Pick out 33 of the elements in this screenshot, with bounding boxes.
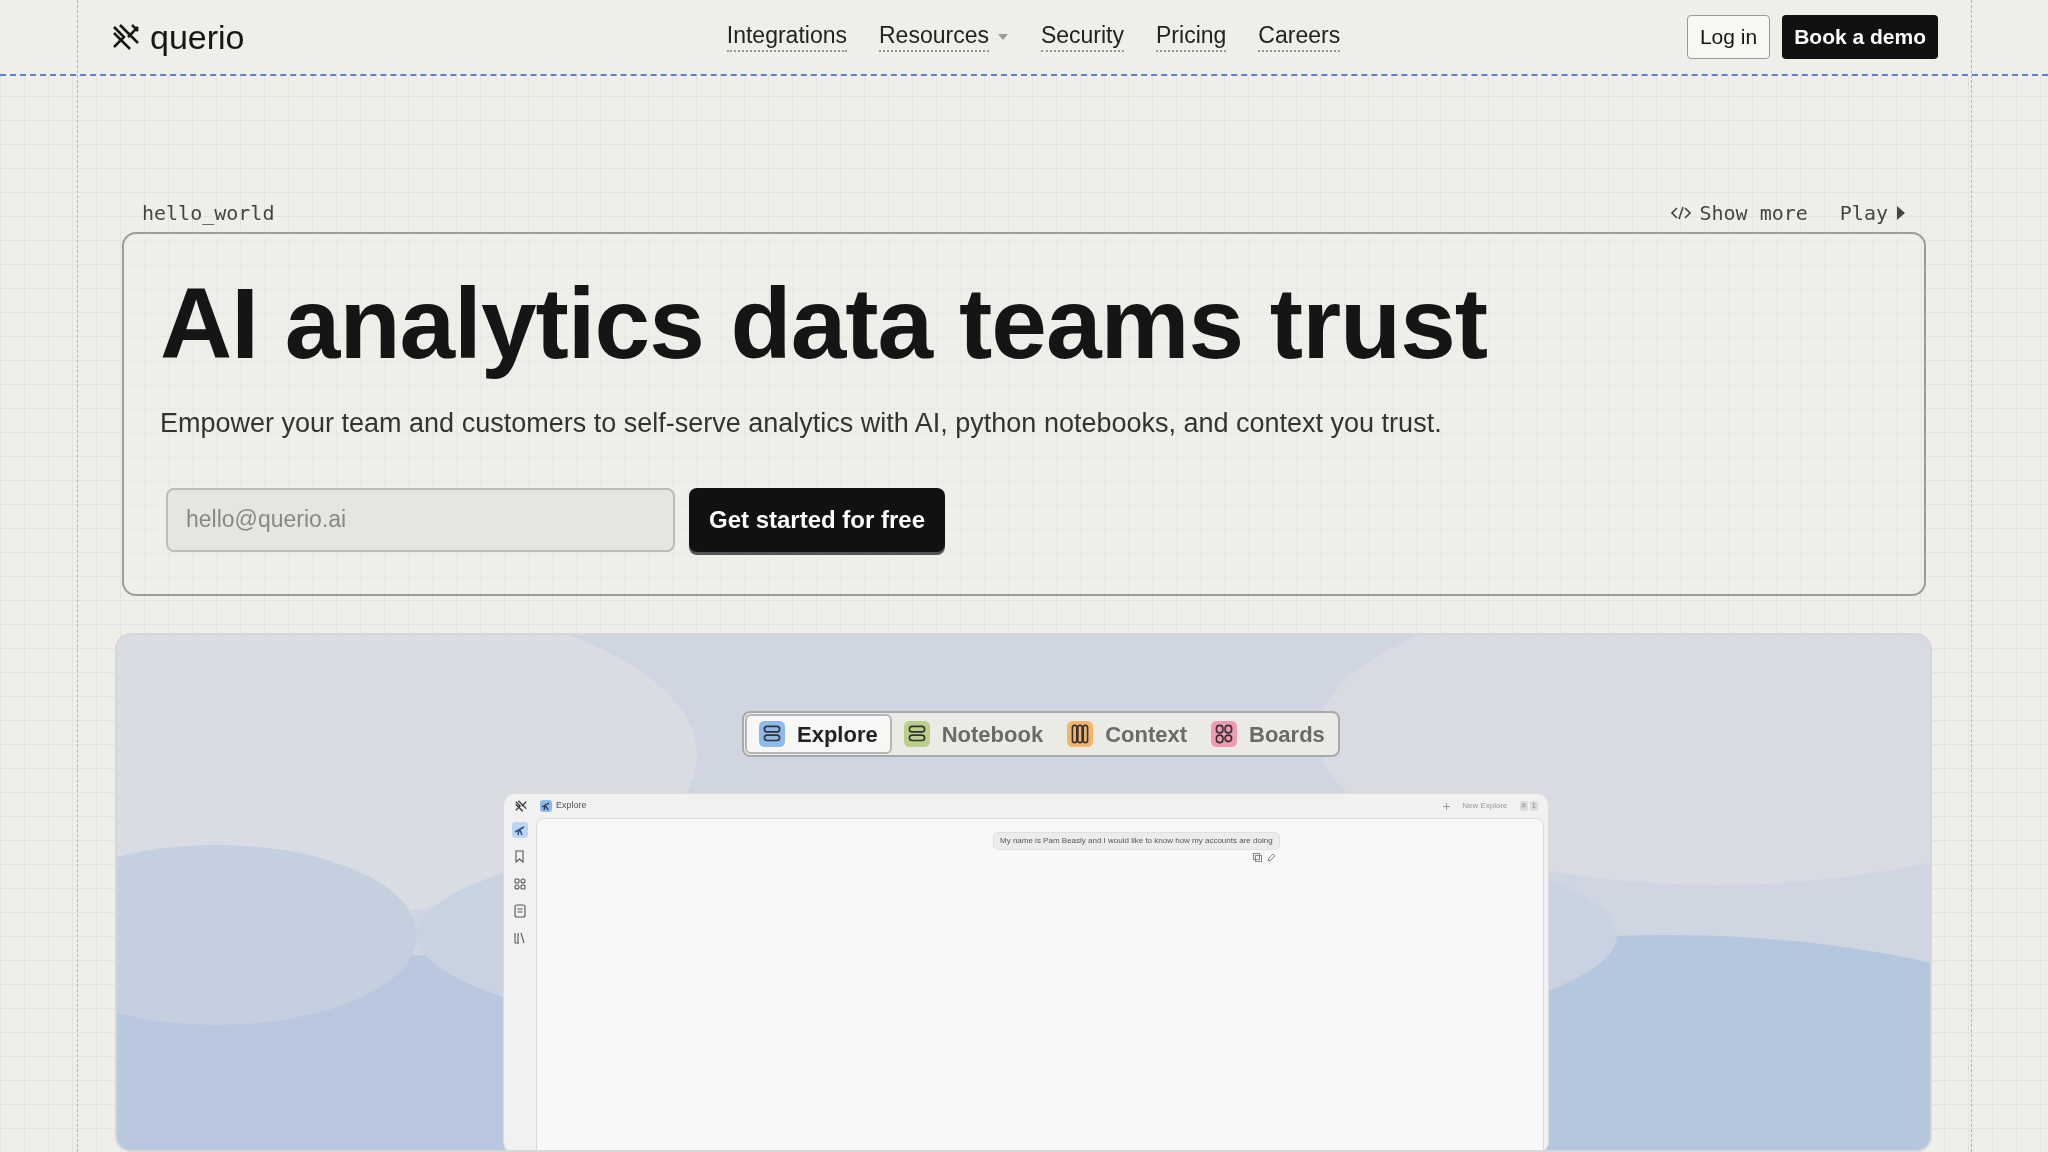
plus-icon xyxy=(1443,802,1451,810)
show-more-button[interactable]: Show more xyxy=(1671,198,1808,228)
copy-icon[interactable] xyxy=(1252,853,1262,862)
brand-name[interactable]: querio xyxy=(150,20,245,54)
tab[interactable]: Boards xyxy=(1199,714,1337,754)
get-started-button[interactable]: Get started for free xyxy=(689,487,946,552)
telescope-icon[interactable] xyxy=(512,822,528,838)
tab[interactable]: Notebook xyxy=(891,714,1056,754)
login-button[interactable]: Log in xyxy=(1686,15,1771,59)
file-name: hello_world xyxy=(142,200,275,227)
nav-link[interactable]: Careers xyxy=(1258,22,1341,52)
grid-icon[interactable] xyxy=(512,876,528,892)
email-field[interactable]: hello@querio.ai xyxy=(166,487,675,552)
document-icon[interactable] xyxy=(512,903,528,919)
play-button[interactable]: Play xyxy=(1839,198,1906,228)
nav-link[interactable]: Pricing xyxy=(1156,22,1227,52)
nav-link[interactable]: Integrations xyxy=(726,22,847,52)
tab[interactable]: Explore xyxy=(745,714,892,754)
hero-heading: AI analytics data teams trust xyxy=(160,266,1489,381)
caret-icon xyxy=(996,33,1009,41)
chat-message: My name is Pam Beasly and I would like to know how my accounts are doing xyxy=(993,832,1280,850)
hero-subtitle: Empower your team and customers to self-serve analytics with AI, python notebooks, and context you trust. xyxy=(160,407,1443,440)
book-demo-button[interactable]: Book a demo xyxy=(1782,15,1938,59)
books-icon[interactable] xyxy=(512,930,528,946)
tab[interactable]: Context xyxy=(1055,714,1200,754)
nav-link[interactable]: Security xyxy=(1040,22,1124,52)
logo-icon xyxy=(514,799,528,813)
pencil-icon[interactable] xyxy=(1266,853,1276,862)
play-icon xyxy=(1896,205,1906,221)
nav-link[interactable]: Resources xyxy=(879,22,1009,52)
tab-title: Explore xyxy=(556,799,587,813)
telescope-icon xyxy=(540,800,552,812)
code-icon xyxy=(1671,206,1692,220)
